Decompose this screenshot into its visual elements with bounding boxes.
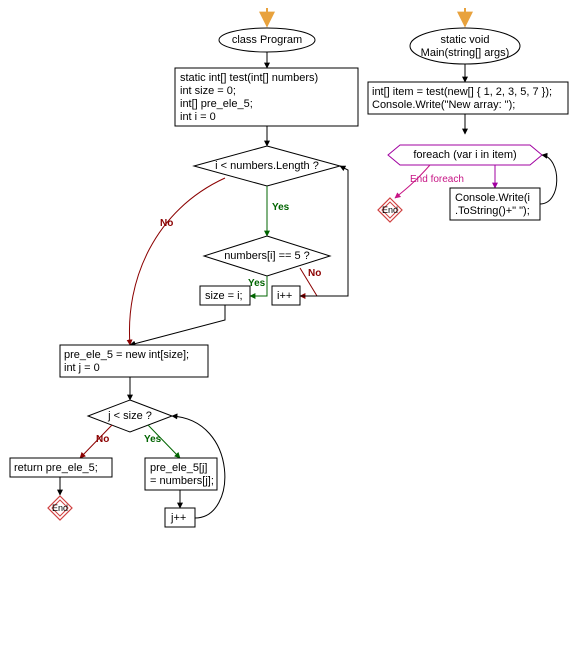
left-i-inc-node: i++: [277, 290, 292, 303]
left-init-node: static int[] test(int[] numbers) int siz…: [180, 72, 318, 124]
left-return-node: return pre_ele_5;: [14, 462, 98, 475]
left-j-inc-node: j++: [171, 512, 186, 525]
left-cond2-node: numbers[i] == 5 ?: [214, 250, 320, 263]
left-start-node: class Program: [230, 34, 304, 47]
left-cond1-node: i < numbers.Length ?: [204, 160, 330, 173]
cond3-yes-label: Yes: [144, 434, 161, 446]
right-start-node: static void Main(string[] args): [420, 34, 510, 60]
cond2-no-label: No: [308, 268, 321, 280]
cond2-yes-label: Yes: [248, 278, 265, 290]
left-end-node: End: [44, 502, 76, 515]
cond1-yes-label: Yes: [272, 202, 289, 214]
right-foreach-node: foreach (var i in item): [398, 149, 532, 162]
right-end-foreach-label: End foreach: [410, 174, 464, 186]
left-alloc-node: pre_ele_5 = new int[size]; int j = 0: [64, 349, 189, 375]
right-init-node: int[] item = test(new[] { 1, 2, 3, 5, 7 …: [372, 86, 552, 112]
left-assign2-node: pre_ele_5[j] = numbers[j];: [150, 462, 214, 488]
right-body-node: Console.Write(i .ToString()+" ");: [455, 192, 530, 218]
left-size-assign-node: size = i;: [205, 290, 243, 303]
left-cond3-node: j < size ?: [96, 410, 164, 423]
right-end-node: End: [374, 204, 406, 217]
cond3-no-label: No: [96, 434, 109, 446]
cond1-no-label: No: [160, 218, 173, 230]
